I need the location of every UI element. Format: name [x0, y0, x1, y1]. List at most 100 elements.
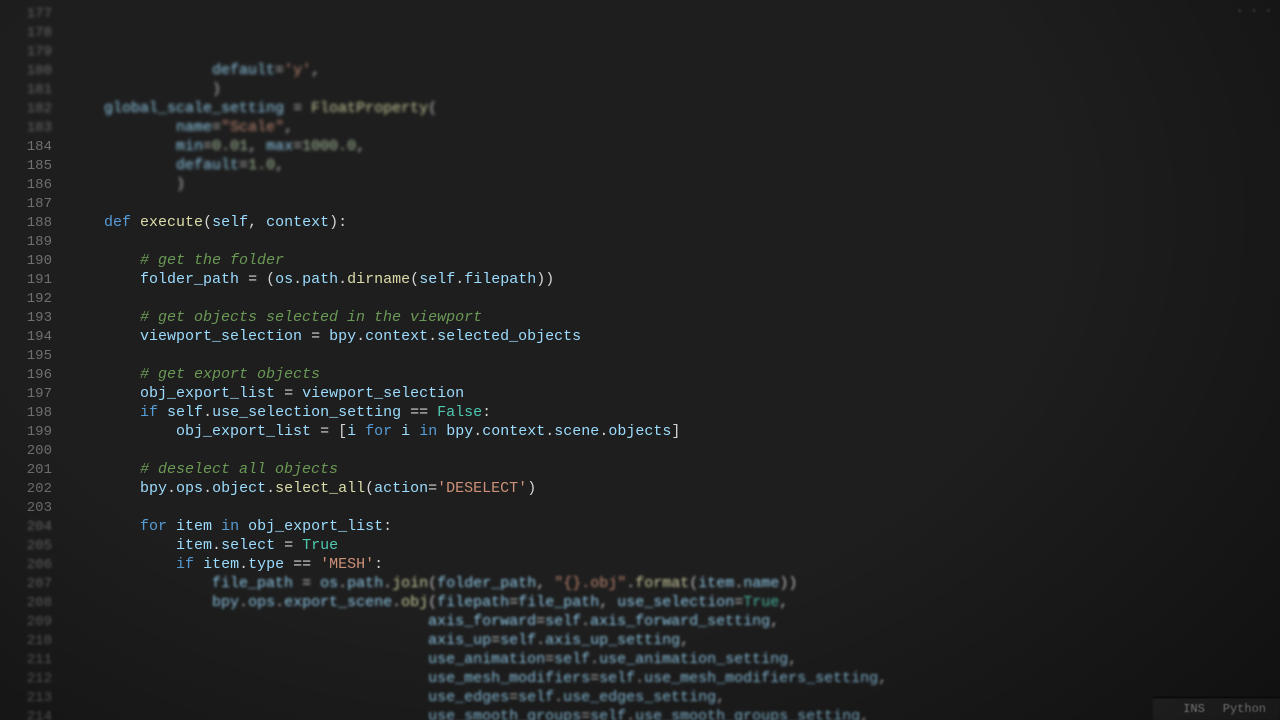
token-op: ( [689, 575, 698, 592]
code-line[interactable]: # get objects selected in the viewport [68, 309, 1280, 328]
token-plain [68, 575, 212, 592]
token-attr: filepath [464, 271, 536, 288]
code-line[interactable] [68, 442, 1280, 461]
code-line[interactable]: use_animation=self.use_animation_setting… [68, 651, 1280, 670]
code-line[interactable]: obj_export_list = viewport_selection [68, 385, 1280, 404]
token-op: , [788, 651, 797, 668]
code-line[interactable]: global_scale_setting = FloatProperty( [68, 100, 1280, 119]
token-attr: export_scene [284, 594, 392, 611]
token-fn: dirname [347, 271, 410, 288]
code-line[interactable]: ) [68, 176, 1280, 195]
line-number: 185 [4, 158, 52, 177]
code-line[interactable]: folder_path = (os.path.dirname(self.file… [68, 271, 1280, 290]
token-op: = [428, 480, 437, 497]
code-line[interactable]: use_mesh_modifiers=self.use_mesh_modifie… [68, 670, 1280, 689]
line-number: 180 [4, 63, 52, 82]
token-plain [356, 423, 365, 440]
code-editor[interactable]: 1771781791801811821831841851861871881891… [0, 0, 1280, 720]
token-attr: name [743, 575, 779, 592]
token-op: )) [779, 575, 797, 592]
token-op: , [779, 594, 788, 611]
code-line[interactable]: if self.use_selection_setting == False: [68, 404, 1280, 423]
token-op: = [581, 708, 590, 720]
token-plain [284, 100, 293, 117]
token-op: . [455, 271, 464, 288]
code-line[interactable]: def execute(self, context): [68, 214, 1280, 233]
code-line[interactable]: # get the folder [68, 252, 1280, 271]
code-line[interactable]: # get export objects [68, 366, 1280, 385]
code-line[interactable]: default=1.0, [68, 157, 1280, 176]
token-plain [68, 176, 176, 193]
token-attr: min [176, 138, 203, 155]
line-number: 203 [4, 500, 52, 519]
token-attr: type [248, 556, 284, 573]
code-line[interactable]: bpy.ops.export_scene.obj(filepath=file_p… [68, 594, 1280, 613]
token-op: = [509, 594, 518, 611]
line-number: 188 [4, 215, 52, 234]
token-op: . [383, 575, 392, 592]
token-plain [68, 632, 428, 649]
code-line[interactable]: use_edges=self.use_edges_setting, [68, 689, 1280, 708]
token-attr: context [266, 214, 329, 231]
token-op: = [536, 613, 545, 630]
code-line[interactable]: min=0.01, max=1000.0, [68, 138, 1280, 157]
line-number: 212 [4, 671, 52, 690]
code-line[interactable] [68, 195, 1280, 214]
token-attr: viewport_selection [140, 328, 302, 345]
line-number: 209 [4, 614, 52, 633]
code-line[interactable] [68, 347, 1280, 366]
code-line[interactable]: obj_export_list = [i for i in bpy.contex… [68, 423, 1280, 442]
code-line[interactable]: default='y', [68, 62, 1280, 81]
code-line[interactable]: file_path = os.path.join(folder_path, "{… [68, 575, 1280, 594]
status-bar: INS Python [1153, 697, 1280, 720]
token-op: . [293, 271, 302, 288]
token-attr: context [365, 328, 428, 345]
code-line[interactable]: ) [68, 81, 1280, 100]
line-number: 186 [4, 177, 52, 196]
token-op: = [491, 632, 500, 649]
token-plain [158, 404, 167, 421]
token-op: . [239, 556, 248, 573]
code-line[interactable] [68, 233, 1280, 252]
token-op: = [293, 100, 302, 117]
code-area[interactable]: · · · default='y', ) global_scale_settin… [60, 0, 1280, 720]
code-line[interactable]: bpy.ops.object.select_all(action='DESELE… [68, 480, 1280, 499]
token-fn: obj [401, 594, 428, 611]
line-number: 197 [4, 386, 52, 405]
token-fn: format [635, 575, 689, 592]
code-line[interactable] [68, 499, 1280, 518]
line-number: 214 [4, 709, 52, 720]
token-attr: default [212, 62, 275, 79]
token-plain [320, 328, 329, 345]
token-plain [311, 575, 320, 592]
code-line[interactable]: if item.type == 'MESH': [68, 556, 1280, 575]
code-line[interactable]: viewport_selection = bpy.context.selecte… [68, 328, 1280, 347]
token-op: . [392, 594, 401, 611]
code-line[interactable]: item.select = True [68, 537, 1280, 556]
token-op: : [482, 404, 491, 421]
code-line[interactable]: for item in obj_export_list: [68, 518, 1280, 537]
token-const: False [437, 404, 482, 421]
token-plain [68, 271, 140, 288]
code-line[interactable]: use_smooth_groups=self.use_smooth_groups… [68, 708, 1280, 720]
token-op: . [239, 594, 248, 611]
code-line[interactable]: name="Scale", [68, 119, 1280, 138]
code-line[interactable]: # deselect all objects [68, 461, 1280, 480]
code-line[interactable]: axis_up=self.axis_up_setting, [68, 632, 1280, 651]
token-op: ( [428, 100, 437, 117]
token-plain [68, 556, 176, 573]
token-op: ( [203, 214, 212, 231]
code-line[interactable] [68, 290, 1280, 309]
token-com: # get export objects [140, 366, 320, 383]
token-attr: obj_export_list [176, 423, 311, 440]
token-attr: selected_objects [437, 328, 581, 345]
token-op: , [770, 613, 779, 630]
token-op: = [284, 385, 293, 402]
line-number: 208 [4, 595, 52, 614]
token-attr: file_path [518, 594, 599, 611]
token-plain [392, 423, 401, 440]
token-attr: filepath [437, 594, 509, 611]
token-plain [68, 62, 212, 79]
line-number: 177 [4, 6, 52, 25]
code-line[interactable]: axis_forward=self.axis_forward_setting, [68, 613, 1280, 632]
